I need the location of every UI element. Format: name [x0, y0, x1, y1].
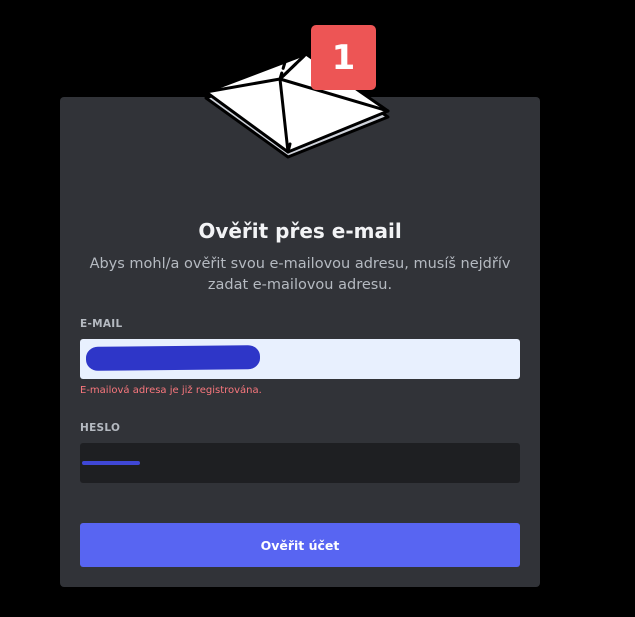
modal-title: Ověřit přes e-mail	[198, 219, 402, 243]
step-badge-number: 1	[331, 37, 356, 78]
password-field[interactable]	[80, 443, 520, 483]
password-label: HESLO	[80, 422, 121, 434]
modal-subtitle: Abys mohl/a ověřit svou e-mailovou adres…	[89, 256, 511, 293]
email-error-message: E-mailová adresa je již registrována.	[80, 385, 262, 396]
screen: 1 Ověřit přes e-mail Abys mohl/a ověřit …	[0, 0, 635, 617]
email-redaction-mark	[85, 345, 261, 371]
password-redaction-mark	[82, 461, 140, 465]
step-badge: 1	[311, 25, 376, 90]
email-label: E-MAIL	[80, 318, 123, 330]
verify-account-button[interactable]: Ověřit účet	[80, 523, 520, 567]
